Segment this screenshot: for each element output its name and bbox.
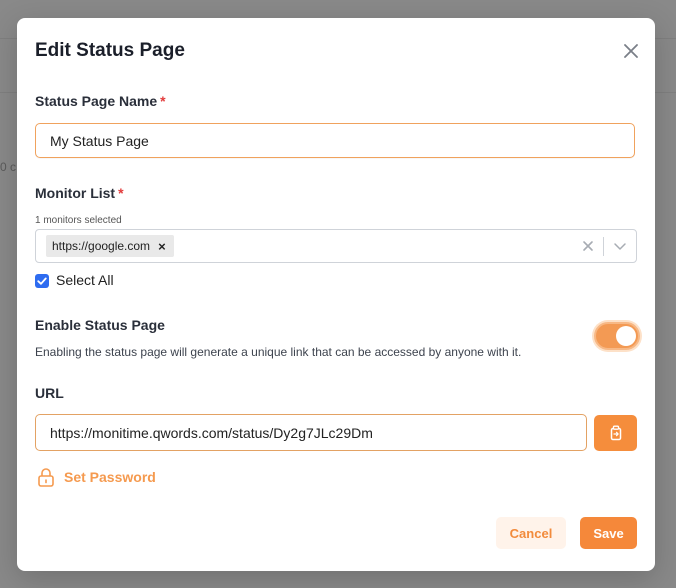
save-button[interactable]: Save	[580, 517, 637, 549]
cancel-button[interactable]: Cancel	[496, 517, 566, 549]
checkmark-icon	[37, 277, 47, 285]
lock-icon	[37, 467, 55, 487]
edit-status-page-modal: Edit Status Page Status Page Name* Monit…	[17, 18, 655, 571]
monitor-list-label-text: Monitor List	[35, 185, 116, 201]
background-text-fragment: 0 c	[0, 160, 17, 174]
status-page-name-input[interactable]	[35, 123, 635, 158]
toggle-knob	[616, 326, 636, 346]
chip-remove-icon[interactable]: ×	[158, 239, 166, 254]
copy-url-button[interactable]	[594, 415, 637, 451]
modal-title: Edit Status Page	[35, 40, 185, 61]
status-page-url-input[interactable]	[35, 414, 587, 451]
status-page-name-label-text: Status Page Name	[35, 93, 158, 109]
enable-status-page-toggle[interactable]	[594, 322, 640, 350]
clear-selection-icon[interactable]	[580, 238, 596, 254]
copy-icon	[610, 425, 621, 441]
set-password-link[interactable]: Set Password	[64, 469, 156, 485]
enable-status-page-description: Enabling the status page will generate a…	[35, 345, 522, 359]
select-all-label[interactable]: Select All	[56, 272, 114, 288]
url-label: URL	[35, 385, 64, 401]
required-mark: *	[118, 185, 124, 201]
monitor-list-label: Monitor List *	[35, 185, 124, 201]
chevron-down-icon[interactable]	[613, 239, 627, 253]
monitor-chip: https://google.com ×	[46, 235, 174, 257]
monitors-selected-count: 1 monitors selected	[35, 215, 122, 226]
select-all-checkbox[interactable]	[35, 274, 49, 288]
monitor-chip-label: https://google.com	[52, 239, 151, 253]
required-mark: *	[160, 93, 166, 109]
close-icon[interactable]	[621, 41, 641, 61]
enable-status-page-label: Enable Status Page	[35, 317, 165, 333]
select-separator	[603, 237, 604, 256]
monitor-list-select[interactable]: https://google.com ×	[35, 229, 637, 263]
status-page-name-label: Status Page Name *	[35, 93, 166, 109]
